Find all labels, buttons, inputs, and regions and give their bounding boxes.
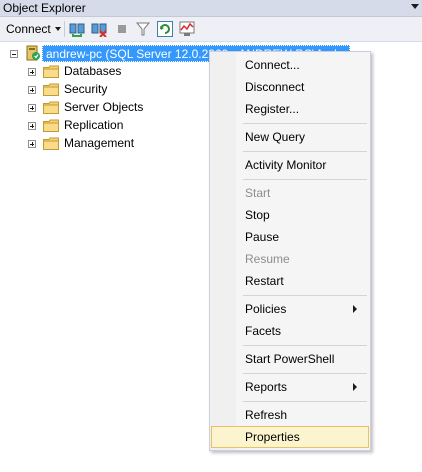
stop-icon[interactable] xyxy=(114,21,130,37)
disconnect-icon[interactable] xyxy=(91,21,107,37)
submenu-arrow-icon xyxy=(353,383,357,391)
expand-icon[interactable] xyxy=(28,122,36,130)
menu-item-label: Disconnect xyxy=(245,80,305,94)
folder-icon xyxy=(43,65,59,78)
expand-icon[interactable] xyxy=(28,104,36,112)
toolbar: Connect xyxy=(0,17,422,42)
activity-monitor-icon[interactable] xyxy=(179,21,195,37)
tree-label-security[interactable]: Security xyxy=(64,82,107,96)
refresh-icon[interactable] xyxy=(157,21,173,37)
menu-item-label: Connect... xyxy=(245,58,300,72)
menu-item-resume: Resume xyxy=(211,248,369,270)
menu-item-refresh[interactable]: Refresh xyxy=(211,404,369,426)
menu-item-restart[interactable]: Restart xyxy=(211,270,369,292)
folder-icon xyxy=(43,119,59,132)
menu-item-label: Restart xyxy=(245,274,284,288)
menu-item-label: Resume xyxy=(245,252,290,266)
menu-item-pause[interactable]: Pause xyxy=(211,226,369,248)
panel-title: Object Explorer xyxy=(3,1,86,15)
connect-button[interactable]: Connect xyxy=(6,22,51,36)
menu-separator xyxy=(243,179,367,180)
tree-label-server-objects[interactable]: Server Objects xyxy=(64,100,143,114)
tree-row-security[interactable]: Security xyxy=(0,81,200,99)
menu-item-connect[interactable]: Connect... xyxy=(211,54,369,76)
tree-row-management[interactable]: Management xyxy=(0,135,200,153)
folder-icon xyxy=(43,137,59,150)
menu-item-start: Start xyxy=(211,182,369,204)
tree-row-replication[interactable]: Replication xyxy=(0,117,200,135)
menu-item-label: New Query xyxy=(245,130,306,144)
context-menu: Connect... Disconnect Register... New Qu… xyxy=(209,51,371,451)
folder-icon xyxy=(43,83,59,96)
collapse-icon[interactable] xyxy=(10,50,18,58)
menu-item-label: Activity Monitor xyxy=(245,158,327,172)
filter-icon[interactable] xyxy=(135,21,151,37)
menu-item-new-query[interactable]: New Query xyxy=(211,126,369,148)
tree-row-databases[interactable]: Databases xyxy=(0,63,200,81)
menu-item-disconnect[interactable]: Disconnect xyxy=(211,76,369,98)
panel-title-bar: Object Explorer xyxy=(0,0,422,17)
menu-item-label: Pause xyxy=(245,230,280,244)
menu-item-label: Stop xyxy=(245,208,270,222)
menu-item-label: Start xyxy=(245,186,271,200)
menu-item-activity-monitor[interactable]: Activity Monitor xyxy=(211,154,369,176)
tree-row-server-objects[interactable]: Server Objects xyxy=(0,99,200,117)
menu-separator xyxy=(243,373,367,374)
menu-separator xyxy=(243,123,367,124)
dropdown-arrow-icon[interactable] xyxy=(411,4,419,9)
expand-icon[interactable] xyxy=(28,86,36,94)
menu-separator xyxy=(243,151,367,152)
menu-item-stop[interactable]: Stop xyxy=(211,204,369,226)
menu-item-policies[interactable]: Policies xyxy=(211,298,369,320)
menu-item-facets[interactable]: Facets xyxy=(211,320,369,342)
menu-item-label: Properties xyxy=(245,430,300,444)
menu-item-reports[interactable]: Reports xyxy=(211,376,369,398)
connect-dropdown-icon[interactable] xyxy=(55,27,61,31)
folder-icon xyxy=(43,101,59,114)
expand-icon[interactable] xyxy=(28,140,36,148)
tree-label-databases[interactable]: Databases xyxy=(64,64,121,78)
menu-separator xyxy=(243,295,367,296)
menu-item-label: Policies xyxy=(245,302,287,316)
menu-item-properties[interactable]: Properties xyxy=(211,426,369,448)
expand-icon[interactable] xyxy=(28,68,36,76)
menu-item-label: Start PowerShell xyxy=(245,352,335,366)
menu-item-label: Register... xyxy=(245,102,300,116)
menu-item-label: Refresh xyxy=(245,408,288,422)
menu-item-label: Facets xyxy=(245,324,282,338)
menu-item-register[interactable]: Register... xyxy=(211,98,369,120)
submenu-arrow-icon xyxy=(353,305,357,313)
menu-separator xyxy=(243,345,367,346)
tree-label-management[interactable]: Management xyxy=(64,136,134,150)
tree-label-replication[interactable]: Replication xyxy=(64,118,123,132)
menu-separator xyxy=(243,401,367,402)
toolbar-separator xyxy=(64,21,65,37)
menu-item-start-powershell[interactable]: Start PowerShell xyxy=(211,348,369,370)
connect-object-explorer-icon[interactable] xyxy=(69,21,85,37)
server-icon xyxy=(26,45,40,61)
menu-item-label: Reports xyxy=(245,380,288,394)
